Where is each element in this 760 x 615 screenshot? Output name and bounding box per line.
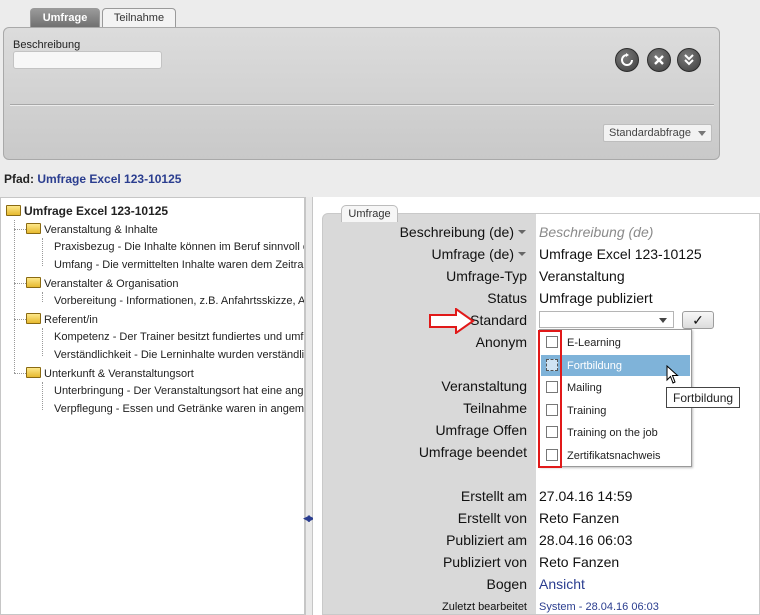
tree-item[interactable]: Umfang - Die vermittelten Inhalte waren … [54,259,303,271]
folder-icon [26,367,41,378]
tree-item[interactable]: Verständlichkeit - Die Lerninhalte wurde… [54,349,304,361]
standard-label: Standard [470,312,527,328]
tree-root[interactable]: Umfrage Excel 123-10125 [6,204,168,218]
beschreibung-value[interactable]: Beschreibung (de) [539,224,653,240]
tree-item[interactable]: Unterbringung - Der Veranstaltungsort ha… [54,385,304,397]
tab-detail-umfrage[interactable]: Umfrage [341,205,398,222]
tree-group-label: Referent/in [44,314,98,326]
tree-pane: Umfrage Excel 123-10125 Veranstaltung & … [0,197,305,615]
search-panel: Beschreibung Standardabfrage [3,27,720,160]
tree-group[interactable]: Unterkunft & Veranstaltungsort [26,367,194,380]
anonym-label: Anonym [475,334,527,350]
erstellt-am-value: 27.04.16 14:59 [539,488,633,504]
tree-group[interactable]: Referent/in [26,313,98,326]
option-label: Zertifikatsnachweis [567,450,661,462]
veranstaltung-label: Veranstaltung [441,378,527,394]
panel-divider [10,104,714,106]
refresh-button[interactable] [615,48,639,72]
query-preset-value: Standardabfrage [609,127,691,139]
umfrage-typ-value: Veranstaltung [539,268,625,284]
folder-icon [26,277,41,288]
publiziert-am-value: 28.04.16 06:03 [539,532,633,548]
mouse-pointer-icon [666,365,679,384]
option-label: Fortbildung [567,360,623,372]
bogen-label: Bogen [486,576,527,592]
bogen-link[interactable]: Ansicht [539,576,585,592]
expand-icon [684,54,694,66]
tree-root-label: Umfrage Excel 123-10125 [24,204,169,218]
annotation-arrow-icon [429,308,475,334]
tree-item[interactable]: Vorbereitung - Informationen, z.B. Anfah… [54,295,304,307]
publiziert-von-value: Reto Fanzen [539,554,620,570]
umfrage-offen-label: Umfrage Offen [435,422,527,438]
option-label: Training on the job [567,427,658,439]
splitter-arrows-icon[interactable]: ◀▶ [303,513,315,524]
tree-group-label: Veranstaltung & Inhalte [44,224,158,236]
query-preset-select[interactable]: Standardabfrage [603,124,712,142]
teilnahme-label: Teilnahme [463,400,527,416]
chevron-down-icon [698,131,706,136]
annotation-highlight-box [538,330,562,468]
zuletzt-value: System - 28.04.16 06:03 [539,601,659,613]
tree-group-label: Unterkunft & Veranstaltungsort [44,368,194,380]
option-label: Training [567,405,607,417]
tree-group-label: Veranstalter & Organisation [44,278,179,290]
breadcrumb: Pfad: Umfrage Excel 123-10125 [4,172,181,186]
folder-icon [26,313,41,324]
folder-icon [6,205,21,216]
zuletzt-label: Zuletzt bearbeitet [442,601,527,613]
erstellt-von-value: Reto Fanzen [539,510,620,526]
tree-item[interactable]: Praxisbezug - Die Inhalte können im Beru… [54,241,304,253]
option-label: E-Learning [567,337,621,349]
umfrage-label[interactable]: Umfrage (de) [432,246,526,262]
chevron-down-icon [659,318,667,323]
dropdown-option-training-on-the-job[interactable]: Training on the job [541,422,690,443]
search-description-label: Beschreibung [13,39,81,51]
folder-icon [26,223,41,234]
tree-group[interactable]: Veranstalter & Organisation [26,277,179,290]
erstellt-von-label: Erstellt von [457,510,527,526]
dropdown-option-zertifikatsnachweis[interactable]: Zertifikatsnachweis [541,445,690,466]
status-label: Status [487,290,527,306]
tab-umfrage[interactable]: Umfrage [30,8,100,28]
tree-group[interactable]: Veranstaltung & Inhalte [26,223,158,236]
erstellt-am-label: Erstellt am [460,488,527,504]
standard-combobox[interactable] [539,311,674,328]
beschreibung-label[interactable]: Beschreibung (de) [400,224,526,240]
tree-item[interactable]: Verpflegung - Essen und Getränke waren i… [54,403,304,415]
dropdown-option-e-learning[interactable]: E-Learning [541,332,690,353]
tooltip: Fortbildung [666,387,740,408]
umfrage-beendet-label: Umfrage beendet [418,444,527,460]
pane-splitter[interactable] [305,197,313,615]
umfrage-typ-label: Umfrage-Typ [446,268,527,284]
tree-item[interactable]: Kompetenz - Der Trainer besitzt fundiert… [54,331,304,343]
clear-button[interactable] [647,48,671,72]
refresh-icon [621,53,633,66]
publiziert-am-label: Publiziert am [446,532,527,548]
option-label: Mailing [567,382,602,394]
publiziert-von-label: Publiziert von [442,554,527,570]
status-value: Umfrage publiziert [539,290,653,306]
umfrage-value: Umfrage Excel 123-10125 [539,246,702,262]
apply-button[interactable]: ✓ [682,311,714,329]
path-link[interactable]: Umfrage Excel 123-10125 [37,172,181,186]
search-description-input[interactable] [13,51,162,69]
path-label: Pfad: [4,172,34,186]
close-icon [654,55,664,65]
expand-button[interactable] [677,48,701,72]
tab-teilnahme[interactable]: Teilnahme [102,8,176,28]
